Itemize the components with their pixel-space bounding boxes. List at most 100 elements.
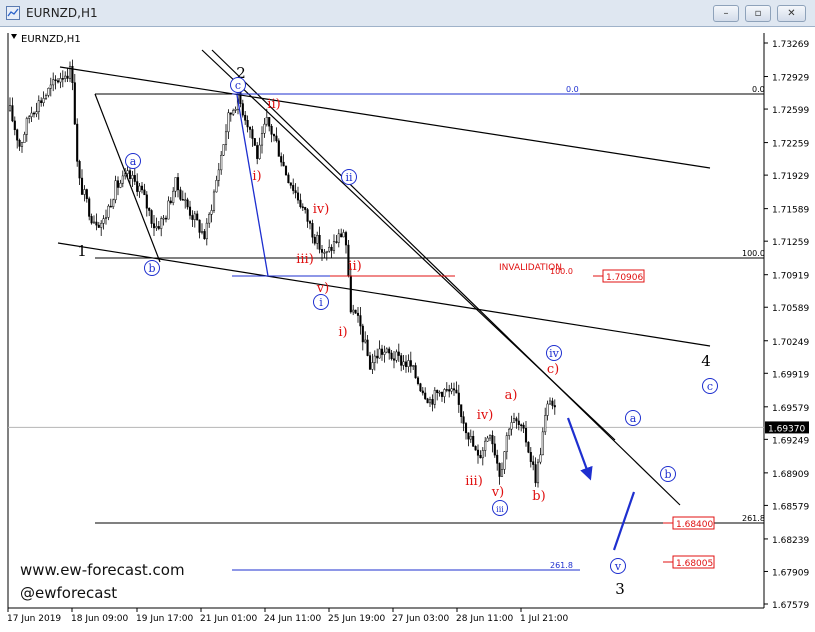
candle-body bbox=[272, 134, 276, 137]
candle-body bbox=[136, 181, 139, 192]
x-tick-label: 21 Jun 01:00 bbox=[200, 614, 257, 624]
candle-body bbox=[49, 84, 52, 89]
candle-body bbox=[371, 362, 374, 370]
candle-body bbox=[148, 207, 151, 211]
candle-body bbox=[23, 134, 26, 144]
candle-body bbox=[248, 126, 252, 130]
candle-body bbox=[145, 194, 148, 209]
candle-body bbox=[80, 177, 84, 195]
candle-body bbox=[275, 135, 278, 142]
candle-body bbox=[188, 206, 192, 216]
chart-symbol-label: EURNZD,H1 bbox=[21, 34, 81, 45]
candle-body bbox=[520, 424, 523, 426]
candle-body bbox=[83, 189, 86, 195]
projection-line-wave-v bbox=[612, 491, 636, 551]
wave-label-circled: i bbox=[319, 296, 323, 309]
candle-body bbox=[409, 360, 412, 367]
candle-body bbox=[498, 463, 501, 477]
y-tick-label: 1.68239 bbox=[772, 536, 809, 546]
candle-body bbox=[512, 418, 516, 423]
candle-body bbox=[366, 339, 369, 356]
restore-button[interactable]: ▫ bbox=[745, 5, 771, 22]
window-title: EURNZD,H1 bbox=[26, 6, 98, 20]
fib-level-label: 0.0 bbox=[752, 85, 765, 94]
candle-body bbox=[59, 78, 62, 83]
candle-body bbox=[299, 199, 302, 207]
y-tick-label: 1.69919 bbox=[772, 370, 809, 380]
candle-body bbox=[407, 360, 410, 367]
fib-level-label: 261.8 bbox=[742, 514, 765, 523]
candle-body bbox=[460, 404, 463, 417]
candle-body bbox=[428, 399, 432, 404]
fib-level-label: 261.8 bbox=[550, 561, 573, 570]
candle-body bbox=[256, 145, 259, 159]
candle-body bbox=[503, 451, 506, 470]
candle-body bbox=[193, 213, 196, 220]
close-button[interactable]: ✕ bbox=[777, 5, 806, 22]
wave-label-major: 1 bbox=[77, 242, 87, 260]
candle-body bbox=[412, 365, 415, 367]
candle-body bbox=[548, 400, 552, 405]
candle-body bbox=[251, 129, 254, 139]
wave-label-circled: b bbox=[148, 262, 155, 275]
candle-body bbox=[37, 100, 40, 112]
candle-body bbox=[472, 435, 475, 447]
candle-body bbox=[373, 355, 376, 363]
candle-body bbox=[553, 405, 556, 408]
minimize-button[interactable]: – bbox=[713, 5, 739, 22]
candle-body bbox=[469, 435, 472, 440]
candle-body bbox=[131, 175, 134, 179]
candle-body bbox=[282, 161, 285, 167]
candle-body bbox=[385, 348, 388, 353]
candle-body bbox=[397, 351, 400, 356]
price-marker-label: 1.68400 bbox=[676, 520, 713, 530]
candle-body bbox=[294, 190, 297, 194]
candle-body bbox=[198, 219, 201, 233]
candle-body bbox=[270, 125, 273, 135]
candle-body bbox=[66, 75, 69, 79]
candle-body bbox=[116, 180, 120, 188]
candle-body bbox=[464, 423, 468, 434]
y-tick-label: 1.72599 bbox=[772, 106, 809, 116]
wave-label-minor: iii) bbox=[465, 474, 483, 489]
wave-label-circled: ii bbox=[345, 171, 353, 184]
candle-body bbox=[8, 105, 12, 112]
candle-body bbox=[179, 189, 182, 200]
candle-body bbox=[260, 133, 264, 146]
candle-body bbox=[340, 233, 343, 238]
candle-body bbox=[220, 154, 223, 171]
candle-body bbox=[496, 454, 499, 464]
candle-body bbox=[186, 199, 189, 208]
candle-body bbox=[289, 182, 292, 186]
candle-body bbox=[208, 213, 211, 224]
candle-body bbox=[484, 440, 487, 451]
candle-body bbox=[527, 441, 530, 453]
candle-body bbox=[52, 79, 55, 86]
candle-body bbox=[436, 390, 439, 394]
candle-body bbox=[316, 235, 319, 244]
candle-body bbox=[222, 144, 225, 156]
candle-body bbox=[388, 348, 391, 354]
candle-body bbox=[318, 235, 321, 250]
price-chart[interactable]: EURNZD,H1 1.73269 1.72929 1.72599 1.72259 1.7… bbox=[0, 27, 815, 632]
candle-body bbox=[40, 100, 43, 104]
candle-body bbox=[304, 207, 307, 210]
candle-body bbox=[263, 123, 266, 134]
candle-body bbox=[416, 377, 420, 384]
candle-body bbox=[296, 192, 300, 201]
candle-body bbox=[143, 189, 146, 196]
wave-1-2-connector bbox=[94, 93, 161, 263]
wave-label-minor: i) bbox=[338, 325, 347, 340]
candle-body bbox=[181, 199, 184, 201]
candle-body bbox=[455, 389, 458, 394]
candle-body bbox=[493, 443, 496, 456]
candle-body bbox=[100, 223, 103, 228]
candle-body bbox=[344, 232, 348, 246]
candle-body bbox=[30, 112, 33, 117]
candle-body bbox=[239, 90, 242, 104]
candle-body bbox=[128, 170, 132, 179]
candle-body bbox=[114, 180, 117, 201]
candle-body bbox=[172, 190, 175, 203]
candle-body bbox=[164, 217, 168, 220]
candle-body bbox=[474, 446, 477, 451]
